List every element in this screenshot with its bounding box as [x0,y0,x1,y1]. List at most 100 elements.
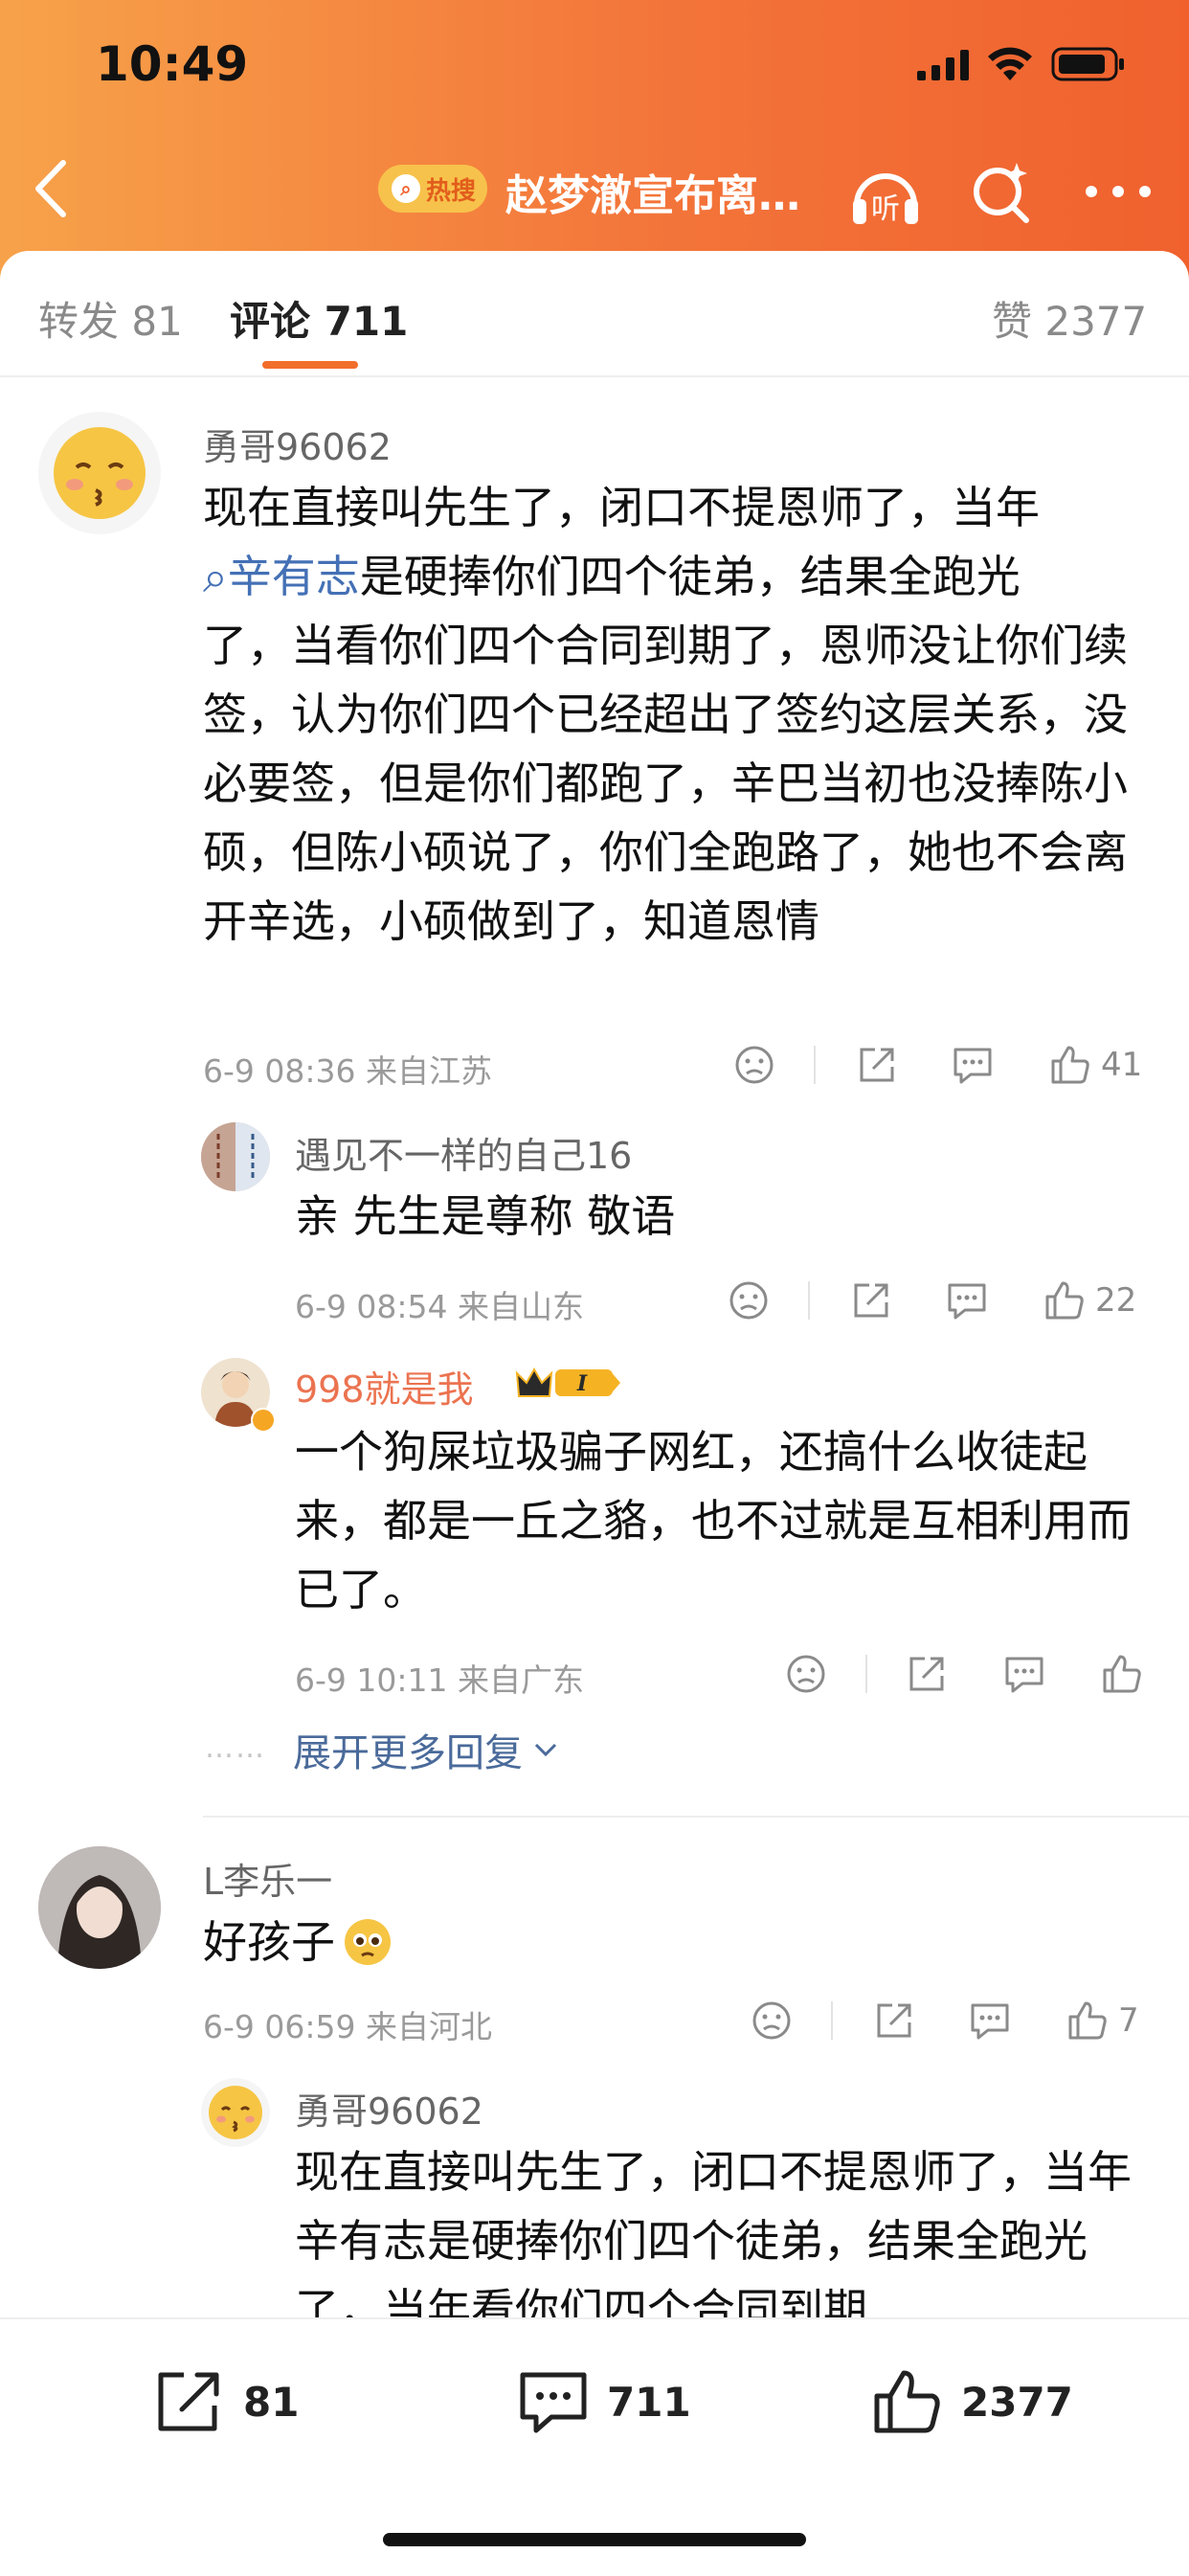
reply-button[interactable] [946,1279,988,1322]
kissing-emoji-icon [54,427,146,519]
share-icon [860,1048,894,1082]
mention-text: 辛有志 [227,551,360,602]
comment-button[interactable]: 711 [517,2367,691,2436]
dislike-button[interactable] [728,1279,770,1322]
search-mention-icon: ⌕ [203,551,228,602]
reply-time: 6-9 10:11 来自广东 [295,1655,584,1701]
dislike-button[interactable] [733,1044,775,1086]
user-photo-avatar-icon [38,1846,161,1969]
search-small-icon: ⌕ [392,174,420,203]
location: 来自广东 [458,1661,584,1699]
tab-comments[interactable]: 评论 711 [230,289,408,348]
avatar[interactable] [201,1122,270,1191]
back-arrow-icon[interactable] [29,155,77,222]
share-button[interactable] [856,1044,898,1086]
thumbs-up-icon [1045,1281,1084,1320]
expand-more-replies-button[interactable]: 展开更多回复 [293,1722,561,1777]
comment-icon [948,1283,986,1320]
time: 6-9 10:11 [295,1661,448,1699]
tab-bar: 转发 81 评论 711 赞 2377 [0,251,1189,377]
mention-link[interactable]: ⌕辛有志 [203,551,360,602]
reply-preview-clip: 现在直接叫先生了，闭口不提恩师了，当年辛有志是硬捧你们四个徒弟，结果全跑光了，当… [295,2134,1156,2317]
reply-text: 现在直接叫先生了，闭口不提恩师了，当年辛有志是硬捧你们四个徒弟，结果全跑光了，当… [295,2146,1132,2317]
avatar[interactable] [38,412,161,534]
frown-face-icon [787,1655,825,1693]
wifi-icon [988,47,1032,80]
like-button[interactable]: 2377 [871,2367,1073,2436]
listen-label: 听 [871,192,900,226]
hot-search-label: 热搜 [426,176,477,206]
like-count: 22 [1095,1281,1137,1320]
hot-search-badge[interactable]: ⌕ 热搜 [378,165,487,213]
like-button[interactable]: 41 [1049,1044,1142,1086]
thumbs-up-icon [874,2370,940,2433]
location: 来自河北 [366,2008,492,2045]
location: 来自江苏 [366,1052,492,1090]
divider [865,1655,867,1693]
reply-text: 一个狗屎垃圾骗子网红，还搞什么收徒起来，都是一丘之貉，也不过就是互相利用而已了。 [295,1426,1132,1616]
location: 来自山东 [458,1288,584,1325]
svg-text:I: I [576,1371,588,1396]
expand-label: 展开更多回复 [293,1731,523,1775]
comment-divider [203,1816,1189,1818]
reply-button[interactable] [1003,1653,1045,1695]
like-button[interactable]: 22 [1043,1279,1136,1322]
reply-button[interactable] [969,2000,1011,2042]
like-button[interactable]: 7 [1066,2000,1139,2042]
tab-likes[interactable]: 赞 2377 [992,289,1147,348]
comment-line: 现在直接叫先生了，闭口不提恩师了，当年 [203,482,1040,533]
comment-time: 6-9 08:36 来自江苏 [203,1046,492,1092]
comment-line: 好孩子 [203,1916,335,1968]
thumbs-up-icon [1068,2001,1107,2040]
comment-text: 现在直接叫先生了，闭口不提恩师了，当年 ⌕辛有志是硬捧你们四个徒弟，结果全跑光 … [203,473,1151,956]
share-icon [854,1283,888,1318]
share-icon [909,1657,944,1691]
pleading-emoji-icon [345,1919,391,1965]
time: 6-9 08:54 [295,1288,448,1325]
like-count: 2377 [961,2378,1073,2426]
divider [808,1281,810,1320]
share-button[interactable] [850,1279,892,1322]
divider [814,1046,816,1084]
verified-badge-icon [251,1408,276,1433]
like-button[interactable] [1101,1653,1143,1695]
kissing-emoji-icon [209,2086,262,2139]
reply-username[interactable]: 遇见不一样的自己16 [295,1126,632,1179]
calligraphy-avatar-icon [201,1122,270,1191]
comment-icon [971,2003,1009,2040]
share-icon [877,2003,911,2038]
repost-button[interactable]: 81 [153,2367,299,2436]
share-button[interactable] [873,2000,915,2042]
comment-icon [1005,1657,1043,1693]
avatar[interactable] [201,2078,270,2147]
share-icon [158,2372,219,2431]
comment-username[interactable]: 勇哥96062 [203,418,392,470]
comment-icon [953,1048,992,1084]
thumbs-up-icon [1051,1046,1089,1084]
reply-username[interactable]: 998就是我 [295,1360,474,1412]
avatar[interactable] [38,1846,161,1969]
page-title[interactable]: 赵梦澈宣布离… [505,161,800,222]
share-button[interactable] [906,1653,948,1695]
dislike-button[interactable] [785,1653,827,1695]
chevron-down-icon [534,1743,557,1757]
status-bar: 10:49 [0,0,1189,134]
battery-icon [1051,47,1124,81]
comment-username[interactable]: L李乐一 [203,1852,332,1905]
tab-repost[interactable]: 转发 81 [38,289,183,348]
dislike-button[interactable] [751,2000,793,2042]
comment-icon [520,2372,587,2433]
navigation-bar: ⌕ 热搜 赵梦澈宣布离… 听 [0,134,1189,249]
more-options-icon[interactable] [1082,172,1155,211]
reply-button[interactable] [952,1044,994,1086]
reply-time: 6-9 08:54 来自山东 [295,1281,584,1327]
listen-headphones-icon[interactable]: 听 [847,155,924,232]
like-count: 41 [1101,1046,1143,1084]
time: 6-9 08:36 [203,1052,356,1090]
comment-line-rest: 是硬捧你们四个徒弟，结果全跑光 [359,551,1021,602]
cellular-signal-icon [917,50,969,80]
divider [831,2001,833,2040]
search-icon[interactable] [969,155,1036,232]
reply-username[interactable]: 勇哥96062 [295,2082,483,2135]
comment-count: 711 [607,2378,691,2426]
